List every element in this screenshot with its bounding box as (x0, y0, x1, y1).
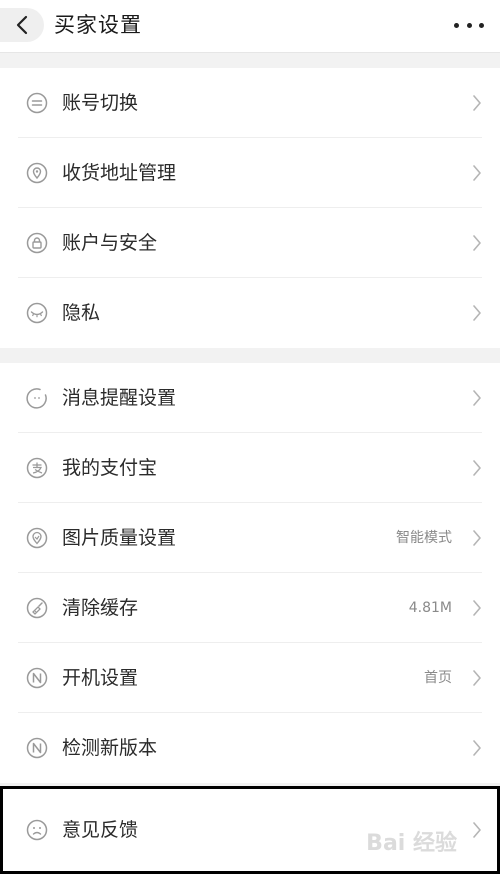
row-label: 我的支付宝 (62, 457, 158, 479)
chevron-right-icon (473, 822, 481, 838)
chevron-right-icon (473, 600, 481, 616)
row-label: 意见反馈 (62, 819, 139, 841)
more-button[interactable] (454, 14, 484, 36)
chevron-right-icon (473, 670, 481, 686)
cache-size-value: 4.81M (408, 600, 452, 616)
startup-value: 首页 (424, 670, 452, 686)
row-label: 隐私 (62, 302, 101, 324)
lock-icon (26, 232, 48, 254)
feedback-highlight-box: 意见反馈 Bai 经验 (0, 786, 500, 874)
settings-row-clear-cache[interactable]: 清除缓存 4.81M (0, 573, 500, 643)
chevron-right-icon (473, 530, 481, 546)
settings-row-check-version[interactable]: 检测新版本 (0, 713, 500, 783)
row-label: 消息提醒设置 (62, 387, 177, 409)
image-quality-icon (26, 527, 48, 549)
startup-icon (26, 667, 48, 689)
chevron-right-icon (473, 305, 481, 321)
row-label: 账号切换 (62, 92, 139, 114)
image-quality-value: 智能模式 (396, 530, 452, 546)
settings-row-security[interactable]: 账户与安全 (0, 208, 500, 278)
chevron-right-icon (473, 95, 481, 111)
back-button[interactable] (0, 8, 44, 42)
chevron-right-icon (473, 235, 481, 251)
settings-row-alipay[interactable]: 我的支付宝 (0, 433, 500, 503)
location-pin-icon (26, 162, 48, 184)
more-dots-icon (454, 22, 459, 28)
row-label: 图片质量设置 (62, 527, 177, 549)
chevron-right-icon (473, 740, 481, 756)
row-label: 账户与安全 (62, 232, 158, 254)
back-chevron-icon (16, 15, 28, 35)
header-bar: 买家设置 (0, 0, 500, 53)
settings-group-general: 消息提醒设置 我的支付宝 图片质量设置 智能模式 清除缓存 4.81M 开机设置… (0, 363, 500, 783)
row-label: 检测新版本 (62, 737, 158, 759)
row-label: 收货地址管理 (62, 162, 177, 184)
chevron-right-icon (473, 390, 481, 406)
settings-row-switch-account[interactable]: 账号切换 (0, 68, 500, 138)
sad-face-icon (26, 819, 48, 841)
settings-row-notifications[interactable]: 消息提醒设置 (0, 363, 500, 433)
settings-row-image-quality[interactable]: 图片质量设置 智能模式 (0, 503, 500, 573)
settings-group-account: 账号切换 收货地址管理 账户与安全 隐私 (0, 68, 500, 348)
notification-icon (26, 388, 47, 409)
row-label: 清除缓存 (62, 597, 139, 619)
switch-account-icon (26, 92, 48, 114)
row-label: 开机设置 (62, 667, 139, 689)
settings-row-address[interactable]: 收货地址管理 (0, 138, 500, 208)
more-dot (479, 22, 484, 28)
alipay-icon (26, 457, 48, 479)
settings-row-startup[interactable]: 开机设置 首页 (0, 643, 500, 713)
chevron-right-icon (473, 165, 481, 181)
settings-row-privacy[interactable]: 隐私 (0, 278, 500, 348)
baidu-watermark: Bai 经验 (366, 831, 457, 856)
chevron-right-icon (473, 460, 481, 476)
version-icon (26, 737, 48, 759)
page-title: 买家设置 (54, 13, 142, 37)
eye-closed-icon (26, 302, 48, 324)
clear-cache-icon (26, 597, 48, 619)
more-dot (466, 22, 472, 28)
